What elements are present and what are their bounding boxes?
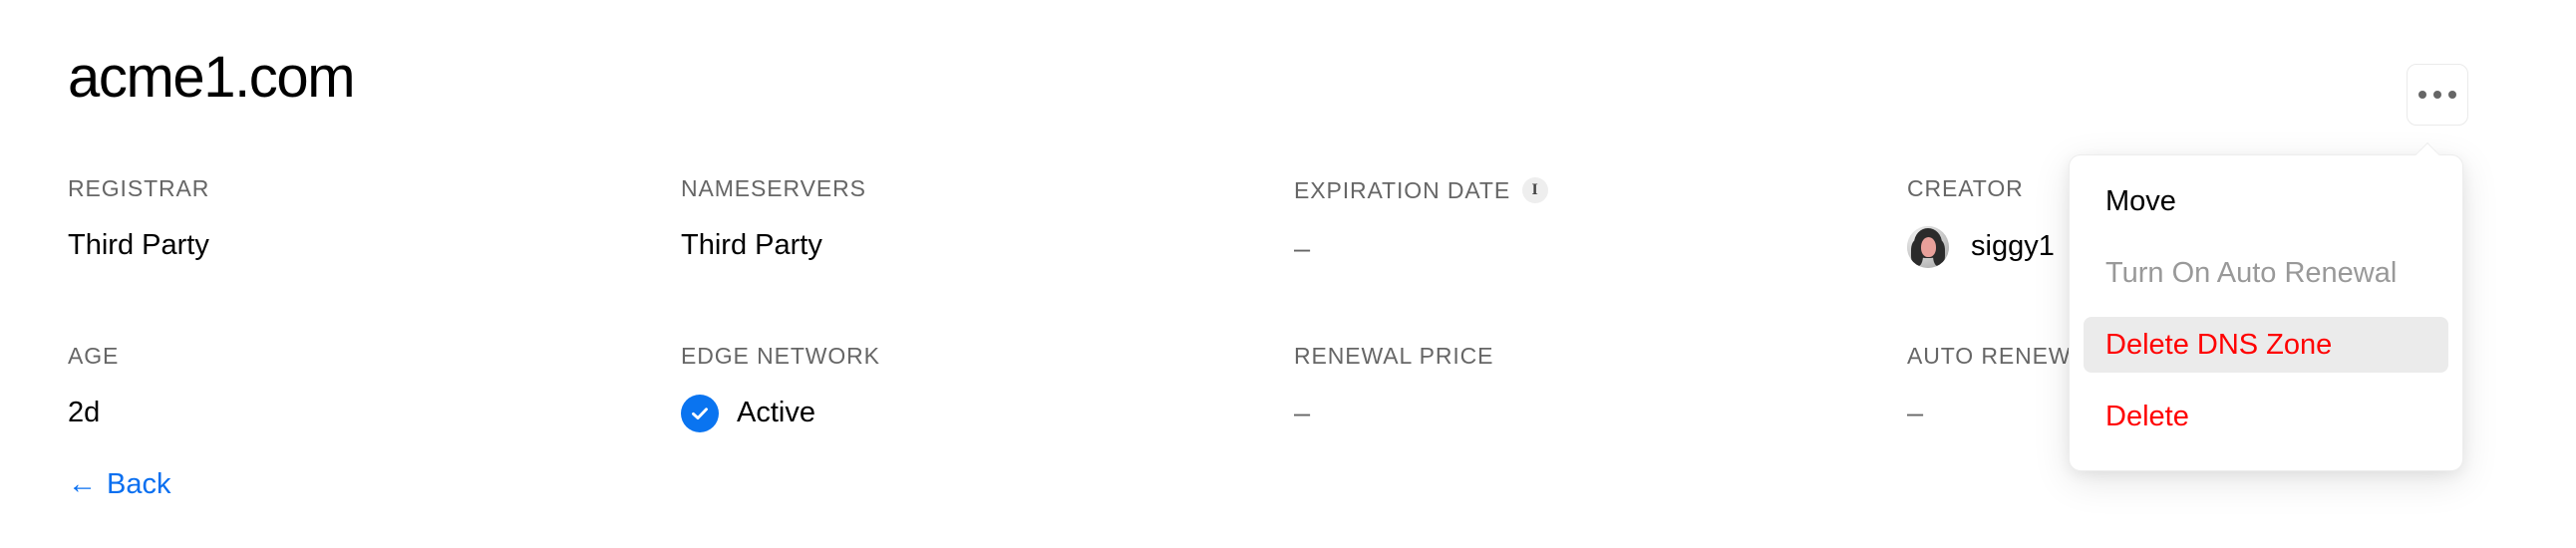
domain-details-grid: REGISTRAR Third Party NAMESERVERS Third …	[68, 177, 2391, 433]
field-expiration-date-value: –	[1294, 229, 1907, 269]
back-link[interactable]: ← Back	[68, 470, 170, 499]
ellipsis-icon-dot-2	[2433, 91, 2441, 99]
dropdown-pointer-arrow	[2415, 142, 2440, 155]
check-circle-icon	[681, 395, 719, 432]
ellipsis-icon-dot-3	[2448, 91, 2456, 99]
empty-value-dash: –	[1294, 232, 1311, 265]
creator-row: siggy1	[1907, 226, 2055, 268]
field-registrar-label: REGISTRAR	[68, 175, 210, 201]
field-age-value: 2d	[68, 397, 101, 429]
menu-item-delete[interactable]: Delete	[2084, 389, 2448, 444]
field-registrar-value: Third Party	[68, 229, 209, 262]
field-age-label: AGE	[68, 343, 120, 369]
status-badge: Active	[737, 397, 815, 429]
status-row: Active	[681, 395, 815, 432]
field-renewal-price-value: –	[1294, 394, 1907, 433]
creator-username: siggy1	[1971, 230, 2055, 263]
menu-item-move[interactable]: Move	[2084, 173, 2448, 229]
field-expiration-date-label: EXPIRATION DATE i	[1294, 177, 1907, 203]
field-nameservers-label: NAMESERVERS	[681, 175, 866, 201]
domain-detail-page: acme1.com REGISTRAR Third Party NAMESERV…	[0, 0, 2576, 548]
field-age: AGE 2d	[68, 345, 681, 433]
empty-value-dash: –	[1294, 397, 1311, 429]
field-edge-network: EDGE NETWORK Active	[681, 345, 1294, 433]
field-registrar: REGISTRAR Third Party	[68, 177, 681, 269]
field-expiration-date: EXPIRATION DATE i –	[1294, 177, 1907, 269]
overflow-menu-button[interactable]	[2407, 64, 2468, 126]
back-link-label: Back	[107, 468, 171, 500]
user-avatar	[1907, 226, 1949, 268]
arrow-left-icon: ←	[68, 468, 97, 500]
field-renewal-price: RENEWAL PRICE –	[1294, 345, 1907, 433]
empty-value-dash: –	[1907, 397, 1924, 429]
ellipsis-icon-dot-1	[2418, 91, 2426, 99]
field-expiration-date-label-text: EXPIRATION DATE	[1294, 176, 1511, 203]
overflow-dropdown-menu: Move Turn On Auto Renewal Delete DNS Zon…	[2069, 154, 2463, 471]
field-edge-network-label: EDGE NETWORK	[681, 343, 880, 369]
field-nameservers: NAMESERVERS Third Party	[681, 177, 1294, 269]
field-renewal-price-label: RENEWAL PRICE	[1294, 343, 1494, 369]
avatar-face	[1921, 237, 1936, 257]
field-nameservers-value: Third Party	[681, 229, 822, 262]
menu-item-turn-on-auto-renewal: Turn On Auto Renewal	[2105, 256, 2398, 289]
page-title: acme1.com	[68, 45, 356, 110]
info-icon[interactable]: i	[1522, 177, 1549, 203]
menu-item-delete-dns-zone[interactable]: Delete DNS Zone	[2084, 317, 2448, 373]
field-edge-network-value: Active	[681, 394, 1294, 433]
